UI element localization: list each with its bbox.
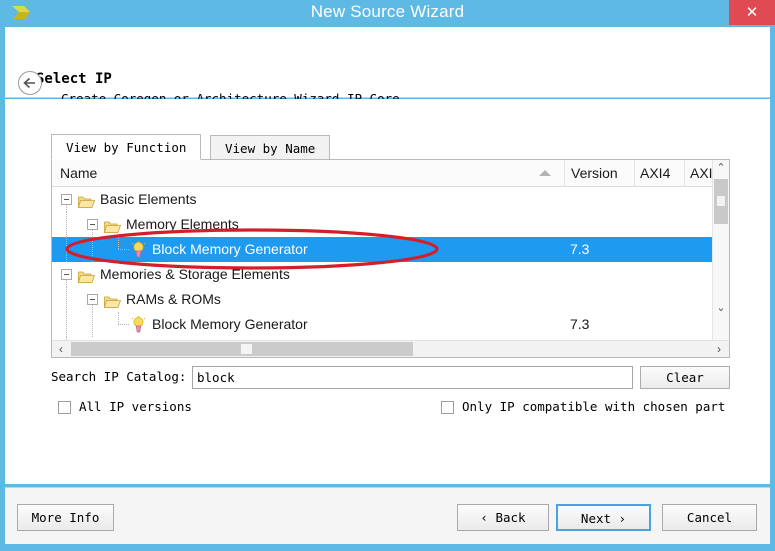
scroll-left-icon[interactable]: ‹ (53, 341, 69, 357)
titlebar: New Source Wizard ✕ (0, 0, 775, 27)
expander-icon[interactable] (61, 194, 72, 205)
sort-ascending-icon[interactable] (539, 170, 551, 176)
tree-row-version: 7.3 (570, 241, 590, 257)
checkbox-label-only-compatible-ip: Only IP compatible with chosen part (462, 399, 726, 414)
window-title: New Source Wizard (310, 2, 465, 21)
back-button[interactable]: ‹ Back (457, 504, 549, 531)
tree-row-version: 7.3 (570, 316, 590, 332)
tree-guide-line (118, 249, 129, 250)
folder-icon (103, 292, 122, 308)
tree-guide-line (66, 287, 67, 312)
vertical-scroll-thumb[interactable] (714, 179, 728, 224)
wizard-body: View by Function View by Name Name Versi… (5, 99, 770, 484)
folder-icon (77, 267, 96, 283)
tree-guide-line (66, 212, 67, 237)
wizard-header: Select IP Create Coregen or Architecture… (5, 27, 770, 106)
ip-catalog-tree-panel: Name Version AXI4 AXI4 Basic Elements Me… (51, 159, 730, 358)
tree-guide-line (66, 312, 67, 337)
tab-view-by-name[interactable]: View by Name (210, 135, 331, 160)
close-icon[interactable]: ✕ (729, 0, 775, 25)
column-header-version[interactable]: Version (564, 160, 628, 186)
tree-row-label: Memory Elements (126, 216, 239, 232)
tree-row-selected[interactable]: Block Memory Generator 7.3 (52, 237, 729, 262)
folder-icon (77, 192, 96, 208)
page-title: Select IP (36, 71, 112, 87)
expander-icon[interactable] (61, 269, 72, 280)
wizard-footer: More Info ‹ Back Next › Cancel (5, 487, 770, 544)
column-header-axi4[interactable]: AXI4 (634, 160, 684, 186)
next-button[interactable]: Next › (556, 504, 651, 531)
tree-guide-line (92, 312, 93, 337)
tree-row-label: RAMs & ROMs (126, 291, 221, 307)
tree-row-label: Basic Elements (100, 191, 197, 207)
tree-row[interactable]: Block Memory Generator 7.3 (52, 312, 729, 337)
tree-horizontal-scrollbar[interactable]: ‹ › (52, 340, 729, 357)
scroll-down-icon[interactable]: ⌄ (713, 300, 729, 317)
checkbox-all-ip-versions[interactable] (58, 401, 71, 414)
view-mode-tabs: View by Function View by Name (51, 134, 331, 161)
tree-guide-line (118, 237, 119, 249)
new-source-wizard-window: New Source Wizard ✕ Select IP Create Cor… (0, 0, 775, 551)
tree-vertical-scrollbar[interactable]: ⌃ ⌄ (712, 160, 729, 340)
expander-icon[interactable] (87, 219, 98, 230)
search-label: Search IP Catalog: (51, 369, 187, 384)
cancel-button[interactable]: Cancel (662, 504, 757, 531)
more-info-button[interactable]: More Info (17, 504, 114, 531)
scroll-up-icon[interactable]: ⌃ (713, 160, 729, 177)
folder-icon (103, 217, 122, 233)
expander-icon[interactable] (87, 294, 98, 305)
tree-row-label: Memories & Storage Elements (100, 266, 290, 282)
tree-guide-line (92, 237, 93, 262)
tree-column-headers: Name Version AXI4 AXI4 (52, 160, 729, 187)
back-arrow-icon[interactable] (18, 71, 42, 95)
checkbox-label-all-ip-versions: All IP versions (79, 399, 192, 414)
tab-view-by-function[interactable]: View by Function (51, 134, 202, 160)
tree-row[interactable]: Basic Elements (52, 187, 729, 212)
ip-core-icon (131, 315, 146, 333)
column-header-name[interactable]: Name (60, 160, 530, 186)
horizontal-scroll-thumb[interactable] (71, 342, 413, 356)
tree-rows-container: Basic Elements Memory Elements Block Mem… (52, 187, 729, 340)
tree-guide-line (118, 324, 129, 325)
tree-row-label: Block Memory Generator (152, 241, 308, 257)
search-row: Search IP Catalog: Clear (51, 366, 730, 390)
tree-guide-line (118, 312, 119, 324)
checkbox-only-compatible-ip[interactable] (441, 401, 454, 414)
scroll-right-icon[interactable]: › (711, 341, 727, 357)
search-input[interactable] (192, 366, 633, 389)
tree-row-label: Block Memory Generator (152, 316, 308, 332)
clear-button[interactable]: Clear (640, 366, 730, 389)
filter-checkbox-row: All IP versions Only IP compatible with … (51, 399, 741, 419)
tree-row[interactable]: RAMs & ROMs (52, 287, 729, 312)
tree-row[interactable]: Memories & Storage Elements (52, 262, 729, 287)
ip-core-icon (131, 240, 146, 258)
tree-guide-line (66, 237, 67, 262)
tree-row[interactable]: Memory Elements (52, 212, 729, 237)
